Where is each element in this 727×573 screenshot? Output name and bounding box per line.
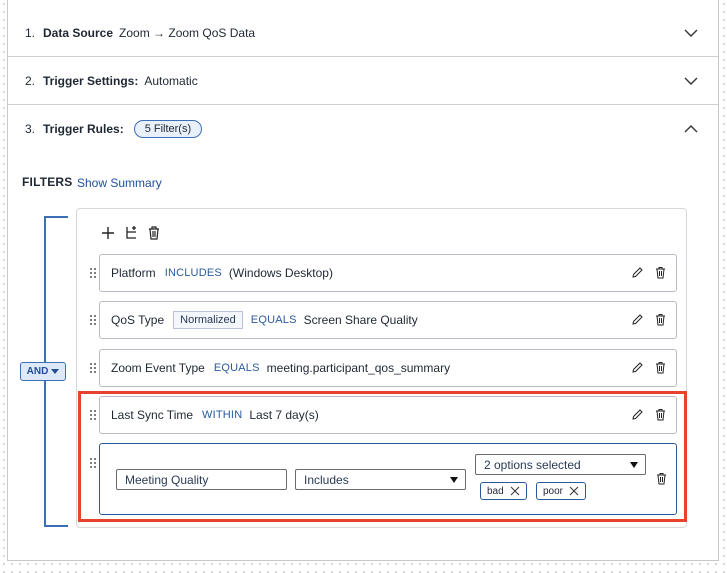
operator-select-value: Includes <box>304 472 349 487</box>
rule-operator: EQUALS <box>213 362 260 374</box>
filters-label: FILTERS <box>22 175 73 189</box>
drag-handle-icon[interactable] <box>89 362 97 374</box>
rule-operator: EQUALS <box>250 314 297 326</box>
rule-value: Screen Share Quality <box>303 313 418 327</box>
section-value: Zoom → Zoom QoS Data <box>119 25 256 40</box>
edit-pencil-icon[interactable] <box>631 266 644 279</box>
remove-chip-icon[interactable] <box>569 486 579 496</box>
drag-handle-icon[interactable] <box>89 314 97 326</box>
trash-icon[interactable] <box>654 266 667 279</box>
add-icon[interactable] <box>100 225 116 241</box>
options-select[interactable]: 2 options selected <box>475 454 646 475</box>
remove-chip-icon[interactable] <box>510 486 520 496</box>
rule-field: Last Sync Time <box>111 408 194 422</box>
rule-field: QoS Type <box>111 313 165 327</box>
section-value: Automatic <box>144 73 198 88</box>
chevron-up-icon[interactable] <box>683 121 699 137</box>
trash-icon[interactable] <box>655 472 668 485</box>
trash-icon[interactable] <box>146 225 162 241</box>
trash-icon[interactable] <box>654 313 667 326</box>
section-title: Data Source <box>43 25 114 40</box>
filter-rule-zoom-event-type[interactable]: Zoom Event Type EQUALS meeting.participa… <box>99 349 677 387</box>
option-chip-poor: poor <box>536 482 587 500</box>
section-title: Trigger Rules: <box>43 122 124 136</box>
field-input-value: Meeting Quality <box>125 472 209 487</box>
and-operator-dropdown[interactable]: AND <box>20 362 66 381</box>
filter-rule-qos-type[interactable]: QoS Type Normalized EQUALS Screen Share … <box>99 301 677 339</box>
section-trigger-rules[interactable]: 3. Trigger Rules: 5 Filter(s) <box>8 105 718 153</box>
caret-down-icon <box>630 462 638 468</box>
edit-pencil-icon[interactable] <box>631 361 644 374</box>
caret-down-icon <box>450 477 458 483</box>
rule-value: Last 7 day(s) <box>249 408 319 422</box>
rule-value: (Windows Desktop) <box>228 266 333 280</box>
field-input[interactable]: Meeting Quality <box>116 469 287 490</box>
section-trigger-settings[interactable]: 2. Trigger Settings: Automatic <box>8 57 718 105</box>
section-number: 3. <box>25 122 36 136</box>
trash-icon[interactable] <box>654 408 667 421</box>
rule-value: meeting.participant_qos_summary <box>266 361 451 375</box>
add-group-icon[interactable] <box>123 225 139 241</box>
edit-pencil-icon[interactable] <box>631 313 644 326</box>
rule-operator: WITHIN <box>202 409 243 421</box>
rule-field: Platform <box>111 266 156 280</box>
filter-count-badge: 5 Filter(s) <box>133 120 203 138</box>
filter-rule-last-sync-time[interactable]: Last Sync Time WITHIN Last 7 day(s) <box>99 396 677 434</box>
rule-field: Zoom Event Type <box>111 361 205 375</box>
operator-select[interactable]: Includes <box>295 469 466 490</box>
caret-down-icon <box>51 369 60 374</box>
section-number: 2. <box>25 73 36 88</box>
drag-handle-icon[interactable] <box>89 267 97 279</box>
drag-handle-icon[interactable] <box>89 409 97 421</box>
normalized-tag: Normalized <box>173 311 243 329</box>
trash-icon[interactable] <box>654 361 667 374</box>
option-chip-bad: bad <box>480 482 527 500</box>
chip-label: poor <box>543 485 564 497</box>
chip-label: bad <box>487 485 504 497</box>
chevron-down-icon[interactable] <box>683 25 699 41</box>
options-select-value: 2 options selected <box>484 457 581 472</box>
rule-operator: INCLUDES <box>164 267 222 279</box>
and-label: AND <box>26 366 49 377</box>
section-title: Trigger Settings: <box>43 73 139 88</box>
edit-pencil-icon[interactable] <box>631 408 644 421</box>
chevron-down-icon[interactable] <box>683 73 699 89</box>
show-summary-link[interactable]: Show Summary <box>77 176 162 190</box>
section-data-source[interactable]: 1. Data Source Zoom → Zoom QoS Data <box>8 9 718 57</box>
drag-handle-icon[interactable] <box>89 457 97 469</box>
section-number: 1. <box>25 25 36 40</box>
filter-rule-platform[interactable]: Platform INCLUDES (Windows Desktop) <box>99 254 677 292</box>
